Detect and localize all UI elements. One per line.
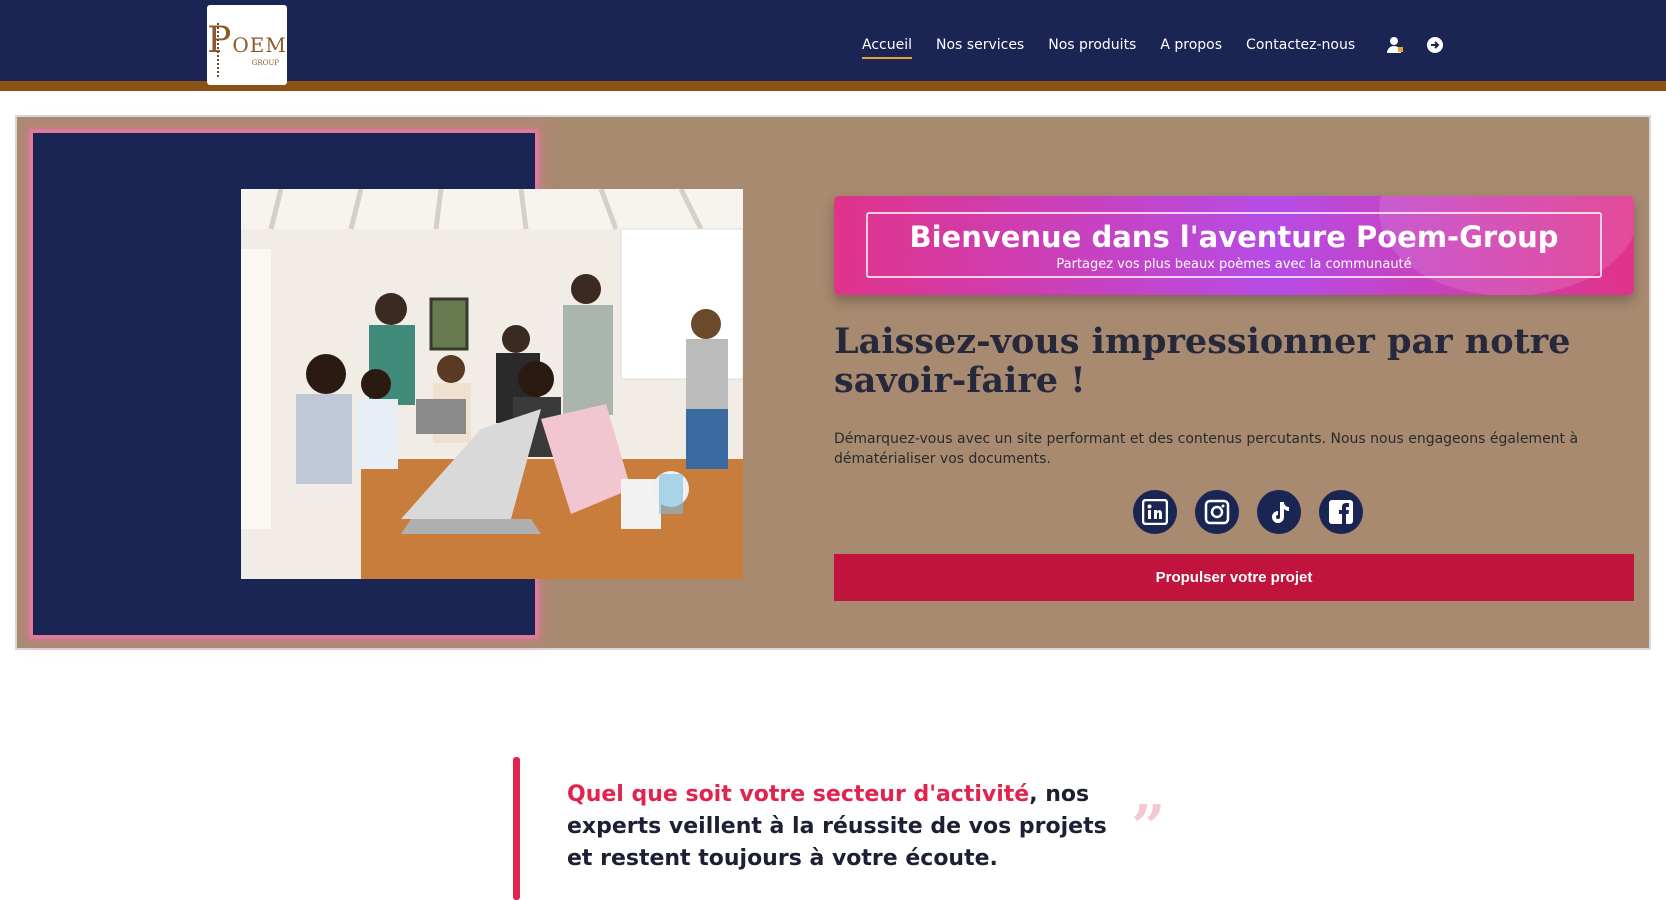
logo-subtitle: GROUP: [251, 59, 279, 67]
quote-text: Quel que soit votre secteur d'activité, …: [567, 779, 1127, 875]
hero-description: Démarquez-vous avec un site performant e…: [834, 431, 1579, 467]
welcome-banner-frame: Bienvenue dans l'aventure Poem-Group Par…: [866, 212, 1602, 278]
hero-section: Bienvenue dans l'aventure Poem-Group Par…: [15, 115, 1651, 650]
login-icon[interactable]: [1425, 35, 1445, 55]
facebook-icon[interactable]: [1319, 490, 1363, 534]
instagram-icon[interactable]: [1195, 490, 1239, 534]
quote-accent-bar: [513, 757, 520, 900]
linkedin-icon[interactable]: [1133, 490, 1177, 534]
quote-accent-text: Quel que soit votre secteur d'activité: [567, 782, 1030, 807]
propel-project-button[interactable]: Propulser votre projet: [834, 554, 1634, 601]
team-photo: [241, 189, 743, 579]
nav-item-contact[interactable]: Contactez-nous: [1246, 33, 1355, 57]
logo-rest: OEM: [232, 33, 287, 57]
welcome-banner: Bienvenue dans l'aventure Poem-Group Par…: [834, 196, 1634, 295]
quote-mark-icon: ”: [1131, 793, 1166, 863]
tiktok-icon[interactable]: [1257, 490, 1301, 534]
nav-item-services[interactable]: Nos services: [936, 33, 1024, 57]
user-icon[interactable]: [1385, 35, 1405, 55]
social-links: [1133, 490, 1381, 534]
welcome-title: Bienvenue dans l'aventure Poem-Group: [909, 219, 1559, 254]
main-nav: Accueil Nos services Nos produits A prop…: [862, 33, 1459, 59]
nav-item-accueil[interactable]: Accueil: [862, 33, 912, 59]
welcome-subtitle: Partagez vos plus beaux poèmes avec la c…: [1056, 256, 1412, 272]
logo-vine-decoration: [217, 23, 231, 77]
logo[interactable]: POEM GROUP: [207, 5, 287, 85]
hero-headline: Laissez-vous impressionner par notre sav…: [834, 321, 1571, 401]
nav-item-produits[interactable]: Nos produits: [1048, 33, 1136, 57]
nav-item-apropos[interactable]: A propos: [1160, 33, 1222, 57]
